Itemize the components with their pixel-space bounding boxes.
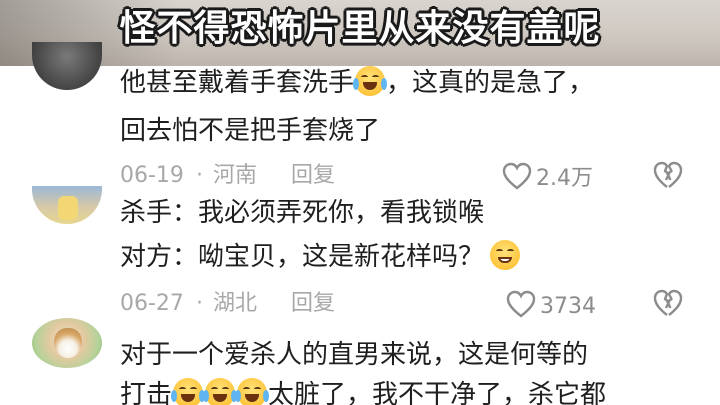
- dislike-button[interactable]: [652, 160, 684, 194]
- comment-location: 湖北: [212, 291, 257, 316]
- like-count: 3734: [540, 294, 596, 319]
- comment-text-part: 打击: [120, 380, 173, 405]
- like-count: 2.4万: [536, 166, 593, 191]
- crying-laughing-emoji-icon: [171, 378, 206, 405]
- like-button[interactable]: 3734: [506, 290, 596, 321]
- video-frame-banner: 怪不得恐怖片里从来没有盖呢: [0, 0, 720, 66]
- broken-heart-icon: [653, 161, 683, 188]
- comment-text-line: 对方：呦宝贝，这是新花样吗？: [120, 240, 521, 274]
- comment-text-line: 回去怕不是把手套烧了: [120, 116, 381, 146]
- comment-text-line: 打击 太脏了，我不干净了，杀它都: [120, 378, 606, 405]
- crying-laughing-emoji-icon: [353, 66, 388, 96]
- video-caption: 怪不得恐怖片里从来没有盖呢: [119, 8, 601, 49]
- comment-meta: 06-19 · 河南 回复: [120, 162, 335, 190]
- smiling-emoji-icon: [490, 240, 521, 270]
- heart-outline-icon: [502, 162, 532, 190]
- meta-separator: ·: [195, 163, 203, 188]
- comment-date: 06-27: [120, 291, 184, 316]
- broken-heart-icon: [653, 289, 683, 316]
- like-button[interactable]: 2.4万: [502, 162, 593, 193]
- avatar[interactable]: [32, 318, 102, 368]
- comment-text-part: 太脏了，我不干净了，杀它都: [268, 380, 607, 405]
- dislike-button[interactable]: [652, 288, 684, 322]
- comment-location: 河南: [212, 163, 257, 188]
- comment-text-line: 杀手：我必须弄死你，看我锁喉: [120, 198, 485, 228]
- comment-text-part: 他甚至戴着手套洗手: [120, 68, 355, 98]
- avatar-image-detail: [58, 196, 78, 220]
- reply-button[interactable]: 回复: [291, 162, 335, 190]
- meta-separator: ·: [195, 291, 203, 316]
- crying-laughing-emoji-icon: [203, 378, 238, 405]
- reply-button[interactable]: 回复: [291, 290, 335, 318]
- comment-text-line: 他甚至戴着手套洗手 ，这真的是急了，: [120, 66, 594, 100]
- avatar[interactable]: [32, 42, 102, 90]
- avatar[interactable]: [32, 186, 102, 224]
- heart-outline-icon: [506, 290, 536, 318]
- comment-date: 06-19: [120, 163, 184, 188]
- comment-text-line: 对于一个爱杀人的直男来说，这是何等的: [120, 340, 589, 370]
- avatar-image-detail: [54, 328, 82, 358]
- crying-laughing-emoji-icon: [235, 378, 270, 405]
- comment-text-part: 对方：呦宝贝，这是新花样吗？: [120, 242, 485, 272]
- comment-text-part: ，这真的是急了，: [386, 68, 595, 98]
- comment-meta: 06-27 · 湖北 回复: [120, 290, 335, 318]
